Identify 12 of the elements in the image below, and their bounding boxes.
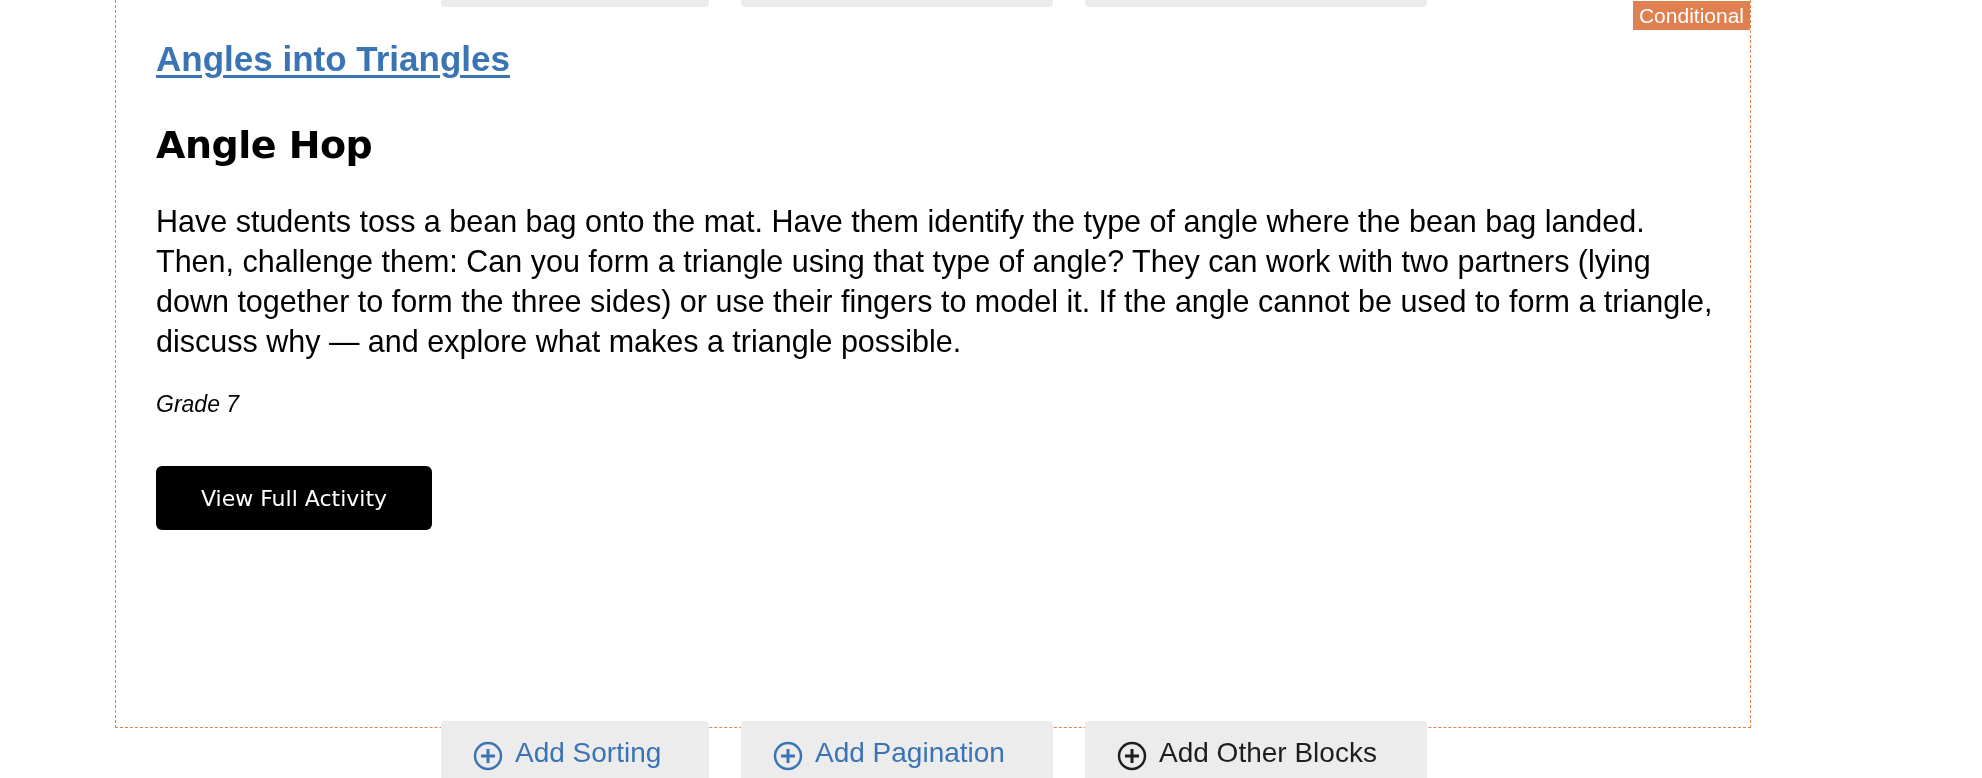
add-block-button[interactable]: Add Pagination	[741, 721, 1053, 778]
activity-description: Have students toss a bean bag onto the mat. Have them identify the type of angle where the bean bag landed. Then, challenge them: Can you form a triangle using that type of angle? They can work with two partners (lying down together to form the three sides) or use their fingers to model it. If the angle cannot be used to form a triangle, discuss why — and explore what makes a triangle possible.	[156, 203, 1714, 361]
view-activity-button[interactable]: View Full Activity	[156, 466, 432, 530]
plus-circle-icon	[473, 741, 503, 771]
category-link[interactable]: Angles into Triangles	[156, 39, 510, 79]
grade-label: Grade 7	[156, 391, 240, 418]
plus-circle-icon	[1117, 741, 1147, 771]
add-block-button[interactable]: Add Sorting	[441, 721, 709, 778]
activity-title: Angle Hop	[156, 123, 373, 167]
add-block-button[interactable]: Add Other Blocks	[1085, 721, 1427, 778]
conditional-badge: Conditional	[1632, 1, 1750, 30]
plus-circle-icon	[773, 741, 803, 771]
